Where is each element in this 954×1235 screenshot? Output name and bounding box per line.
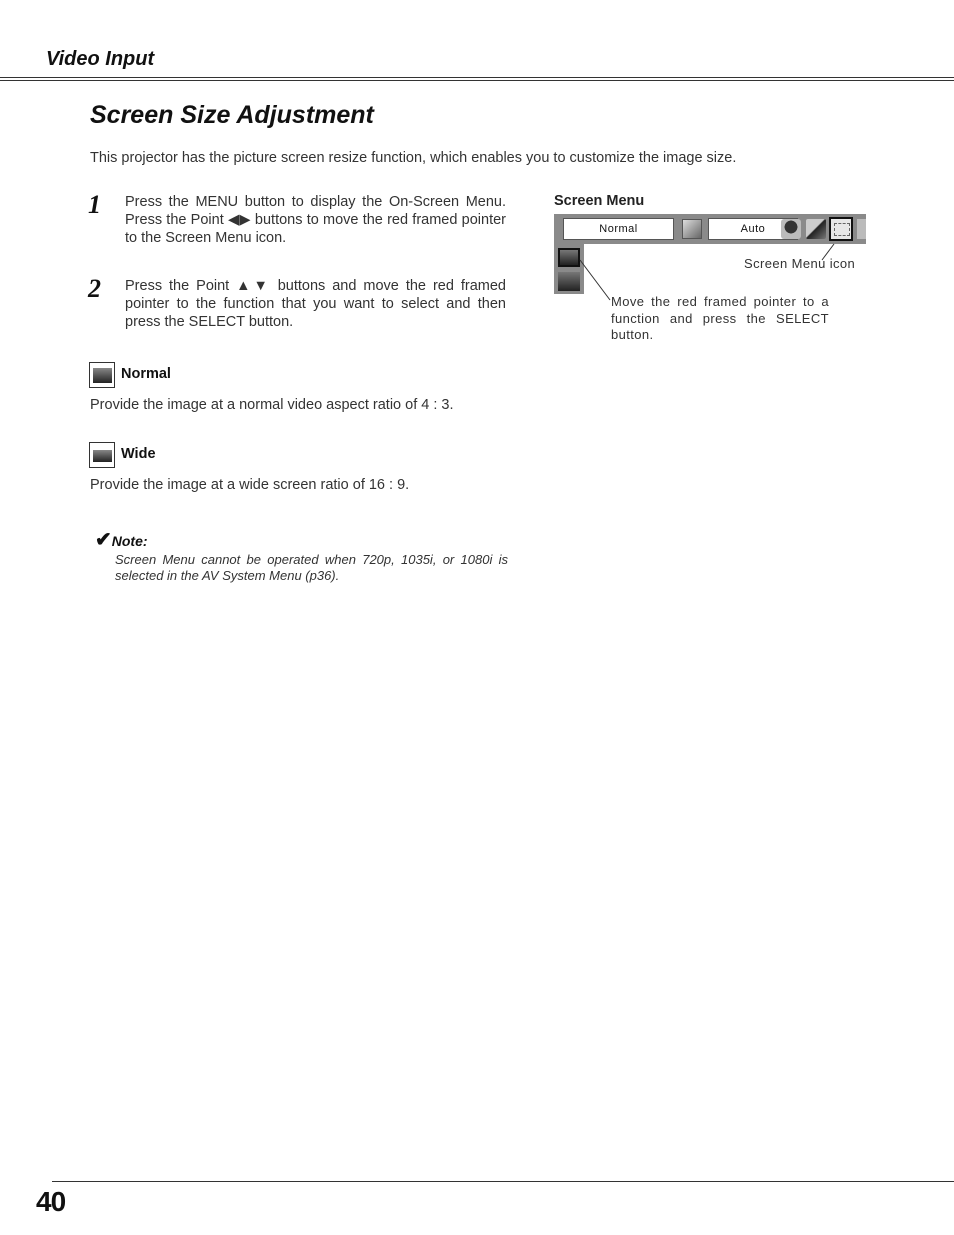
page-title: Screen Size Adjustment (90, 101, 374, 129)
screen-menu-label: Screen Menu (554, 193, 645, 209)
step-text-1: Press the MENU button to display the On-… (125, 194, 506, 246)
note-label: Note: (111, 533, 148, 549)
wide-icon (89, 442, 115, 468)
image-adjust-icon (682, 219, 702, 239)
header-rule-double (0, 80, 954, 81)
step-number-1: 1 (88, 190, 101, 219)
wide-description: Provide the image at a wide screen ratio… (90, 477, 410, 493)
checkmark-icon: ✔ (95, 529, 112, 551)
pointer-callout-line (579, 259, 611, 301)
page-number: 40 (36, 1186, 66, 1217)
normal-title: Normal (121, 366, 171, 382)
header-rule (0, 77, 954, 78)
section-header: Video Input (46, 48, 155, 70)
intro-paragraph: This projector has the picture screen re… (90, 150, 737, 166)
note-text: Screen Menu cannot be operated when 720p… (115, 552, 508, 583)
note-heading: ✔Note: (95, 527, 148, 552)
footer-rule (52, 1181, 954, 1182)
step-text-2: Press the Point ▲▼ buttons and move the … (125, 278, 506, 330)
color-icon (781, 219, 801, 239)
pointer-callout: Move the red framed pointer to a functio… (611, 294, 829, 342)
setting-icon (857, 219, 866, 239)
wide-title: Wide (121, 446, 156, 462)
normal-description: Provide the image at a normal video aspe… (90, 397, 454, 413)
screen-menu-icon-glyph (834, 223, 850, 236)
screen-menu-icon-callout: Screen Menu icon (744, 256, 856, 271)
color-adjust-icon (806, 219, 826, 239)
normal-icon (89, 362, 115, 388)
step-number-2: 2 (88, 274, 101, 303)
screen-mode-field: Normal (563, 218, 674, 240)
